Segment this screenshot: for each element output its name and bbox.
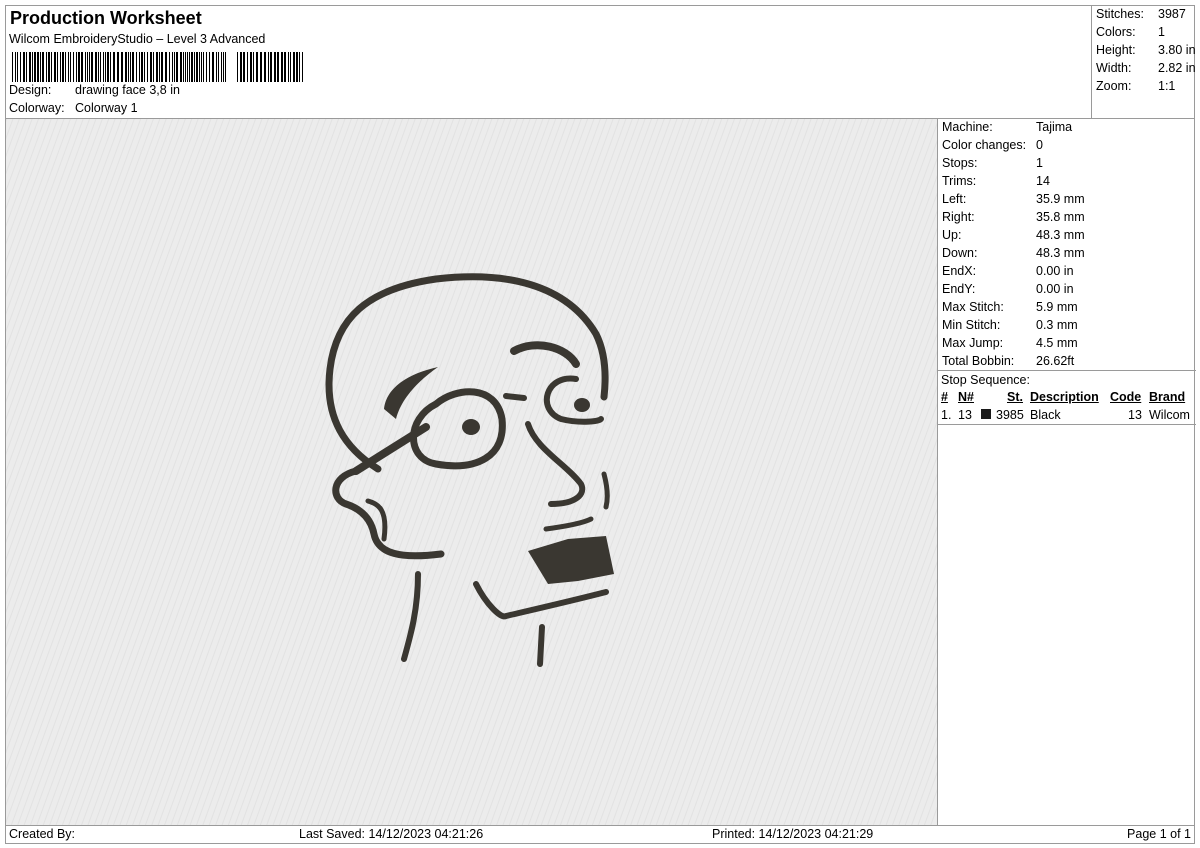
machine-row: Trims: 14 xyxy=(942,174,1050,188)
machine-label: Up: xyxy=(942,228,962,242)
machine-value: 1 xyxy=(1036,156,1043,170)
machine-value: 26.62ft xyxy=(1036,354,1075,368)
machine-row: Total Bobbin: 26.62ft xyxy=(942,354,1074,368)
thread-color-swatch xyxy=(981,409,991,419)
summary-value: 1:1 xyxy=(1158,79,1176,93)
col-header-num: # xyxy=(941,390,948,404)
last-saved: Last Saved: 14/12/2023 04:21:26 xyxy=(299,827,484,841)
machine-label: Max Stitch: xyxy=(942,300,1004,314)
summary-value: 2.82 in xyxy=(1158,61,1196,75)
machine-label: Color changes: xyxy=(942,138,1027,152)
worksheet-header: Production Worksheet Wilcom EmbroiderySt… xyxy=(5,5,1092,119)
software-name: Wilcom EmbroideryStudio – Level 3 Advanc… xyxy=(9,32,266,46)
summary-row: Colors: 1 xyxy=(1096,25,1165,39)
colorway-row: Colorway: Colorway 1 xyxy=(9,101,138,115)
machine-details-panel: Machine: Tajima Color changes: 0 Stops: 1 T… xyxy=(937,118,1196,826)
machine-value: 0.3 mm xyxy=(1036,318,1078,332)
stop-sequence-title: Stop Sequence: xyxy=(941,373,1030,387)
worksheet-footer: Created By: Last Saved: 14/12/2023 04:21… xyxy=(5,825,1195,844)
stop-row-st: 3985 xyxy=(996,408,1024,422)
machine-value: Tajima xyxy=(1036,120,1073,134)
summary-label: Width: xyxy=(1096,61,1132,75)
machine-label: Stops: xyxy=(942,156,978,170)
col-header-description: Description xyxy=(1030,390,1099,404)
machine-value: 35.9 mm xyxy=(1036,192,1085,206)
design-preview xyxy=(5,118,938,826)
summary-row: Height: 3.80 in xyxy=(1096,43,1196,57)
design-label: Design: xyxy=(9,83,52,97)
machine-row: Color changes: 0 xyxy=(942,138,1043,152)
col-header-n: N# xyxy=(958,390,974,404)
machine-row: Machine: Tajima xyxy=(942,120,1072,134)
machine-value: 35.8 mm xyxy=(1036,210,1085,224)
col-header-brand: Brand xyxy=(1149,390,1186,404)
machine-row: Max Stitch: 5.9 mm xyxy=(942,300,1078,314)
machine-value: 48.3 mm xyxy=(1036,228,1085,242)
machine-row: Max Jump: 4.5 mm xyxy=(942,336,1078,350)
printed-date: Printed: 14/12/2023 04:21:29 xyxy=(712,827,874,841)
design-value: drawing face 3,8 in xyxy=(75,83,180,97)
col-header-st: St. xyxy=(1007,390,1023,404)
machine-value: 14 xyxy=(1036,174,1050,188)
machine-row: Stops: 1 xyxy=(942,156,1043,170)
summary-value: 3987 xyxy=(1158,7,1186,21)
summary-row: Stitches: 3987 xyxy=(1096,7,1186,21)
machine-row: Right: 35.8 mm xyxy=(942,210,1085,224)
machine-row: Min Stitch: 0.3 mm xyxy=(942,318,1078,332)
machine-label: Trims: xyxy=(942,174,977,188)
stop-row-code: 13 xyxy=(1128,408,1142,422)
machine-label: Total Bobbin: xyxy=(942,354,1015,368)
colorway-label: Colorway: xyxy=(9,101,65,115)
summary-row: Zoom: 1:1 xyxy=(1096,79,1175,93)
summary-label: Zoom: xyxy=(1096,79,1132,93)
barcode xyxy=(12,52,303,82)
divider xyxy=(938,424,1196,425)
page-title: Production Worksheet xyxy=(10,8,202,28)
stop-row-description: Black xyxy=(1030,408,1061,422)
embroidery-design-illustration xyxy=(6,119,937,825)
summary-label: Colors: xyxy=(1096,25,1136,39)
machine-row: Down: 48.3 mm xyxy=(942,246,1085,260)
summary-panel: Stitches: 3987 Colors: 1 Height: 3.80 in Wi… xyxy=(1091,5,1196,119)
summary-row: Width: 2.82 in xyxy=(1096,61,1196,75)
design-row: Design: drawing face 3,8 in xyxy=(9,83,180,97)
machine-value: 0.00 in xyxy=(1036,282,1074,296)
machine-label: EndY: xyxy=(942,282,976,296)
machine-row: Up: 48.3 mm xyxy=(942,228,1085,242)
machine-row: Left: 35.9 mm xyxy=(942,192,1085,206)
stop-row-n: 13 xyxy=(958,408,972,422)
machine-value: 0 xyxy=(1036,138,1043,152)
created-by: Created By: xyxy=(9,827,76,841)
machine-row: EndX: 0.00 in xyxy=(942,264,1074,278)
divider xyxy=(938,370,1196,371)
stop-row-brand: Wilcom xyxy=(1149,408,1190,422)
machine-label: Down: xyxy=(942,246,978,260)
colorway-value: Colorway 1 xyxy=(75,101,138,115)
summary-value: 3.80 in xyxy=(1158,43,1196,57)
machine-value: 5.9 mm xyxy=(1036,300,1078,314)
machine-label: Max Jump: xyxy=(942,336,1004,350)
summary-value: 1 xyxy=(1158,25,1165,39)
machine-value: 4.5 mm xyxy=(1036,336,1078,350)
summary-label: Stitches: xyxy=(1096,7,1144,21)
machine-value: 48.3 mm xyxy=(1036,246,1085,260)
machine-label: Machine: xyxy=(942,120,993,134)
machine-value: 0.00 in xyxy=(1036,264,1074,278)
summary-label: Height: xyxy=(1096,43,1136,57)
machine-label: Min Stitch: xyxy=(942,318,1001,332)
stop-row-num: 1. xyxy=(941,408,952,422)
machine-label: Right: xyxy=(942,210,975,224)
machine-label: Left: xyxy=(942,192,967,206)
machine-label: EndX: xyxy=(942,264,977,278)
page-number: Page 1 of 1 xyxy=(1127,827,1191,841)
machine-row: EndY: 0.00 in xyxy=(942,282,1074,296)
col-header-code: Code xyxy=(1110,390,1142,404)
